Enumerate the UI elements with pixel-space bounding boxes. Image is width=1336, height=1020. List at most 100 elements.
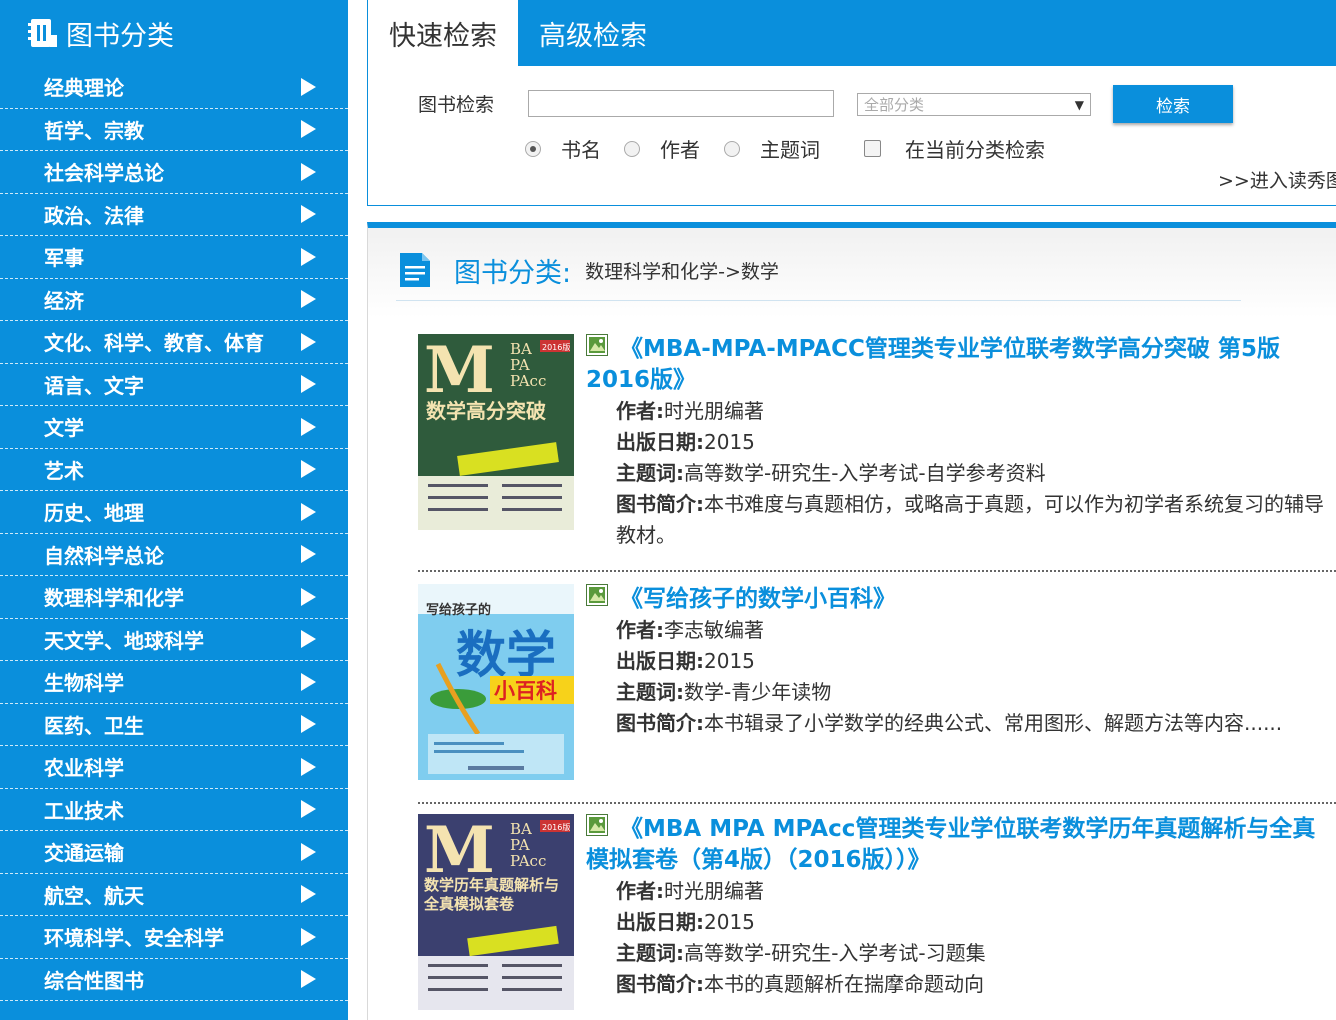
sidebar-item-label: 交通运输 [44, 841, 124, 866]
results-panel: 图书分类: 数理科学和化学->数学 M BA PA PAcc 2016版 数学高… [367, 222, 1336, 1020]
cover-side-3: PAcc [510, 372, 546, 390]
tab-quick-search[interactable]: 快速检索 [368, 0, 518, 66]
date-label: 出版日期: [616, 649, 704, 673]
separator [418, 570, 1336, 572]
sidebar-item[interactable]: 艺术 [0, 449, 348, 491]
sidebar-item-label: 自然科学总论 [44, 543, 164, 568]
radio-title-label: 书名 [561, 138, 601, 162]
breadcrumb-path[interactable]: 数理科学和化学->数学 [585, 257, 779, 284]
breadcrumb-title: 图书分类: [454, 257, 572, 289]
sidebar-item[interactable]: 工业技术 [0, 789, 348, 831]
arrow-right-icon [301, 757, 316, 776]
sidebar-item[interactable]: 文化、科学、教育、体育 [0, 321, 348, 364]
cover-big-letter: M [424, 334, 495, 408]
category-select[interactable]: 全部分类 ▼ [857, 93, 1091, 116]
sidebar-item[interactable]: 历史、地理 [0, 491, 348, 534]
sidebar-item[interactable]: 生物科学 [0, 661, 348, 704]
arrow-right-icon [301, 502, 316, 521]
cover-side-3: PAcc [510, 852, 546, 870]
sidebar-item[interactable]: 航空、航天 [0, 874, 348, 916]
arrow-right-icon [301, 77, 316, 96]
tab-advanced-search[interactable]: 高级检索 [539, 0, 647, 66]
sidebar-item[interactable]: 军事 [0, 236, 348, 279]
radio-subject-button[interactable] [724, 140, 740, 157]
search-input[interactable] [528, 90, 834, 117]
sidebar-item[interactable]: 农业科学 [0, 746, 348, 789]
sidebar-item[interactable]: 自然科学总论 [0, 534, 348, 576]
summary-label: 图书简介: [616, 711, 704, 735]
cover-top-text: 写给孩子的 [426, 602, 491, 618]
search-tabs: 快速检索 高级检索 [368, 0, 1336, 66]
sidebar-item[interactable]: 数理科学和化学 [0, 576, 348, 619]
sidebar-item[interactable]: 文学 [0, 406, 348, 449]
date-label: 出版日期: [616, 430, 704, 454]
book-cover[interactable]: M BA PA PAcc 2016版 数学历年真题解析与全真模拟套卷 [418, 814, 574, 1010]
sidebar-item-label: 政治、法律 [44, 203, 144, 228]
search-panel: 快速检索 高级检索 图书检索 全部分类 ▼ 检索 书名 作者 主题词 在当前分类… [367, 0, 1336, 206]
sidebar-item[interactable]: 哲学、宗教 [0, 109, 348, 151]
sidebar-item-label: 文学 [44, 416, 84, 441]
sidebar-item-label: 数理科学和化学 [44, 586, 184, 611]
book-cover[interactable]: 写给孩子的 数学 小百科 [418, 584, 574, 780]
arrow-right-icon [301, 162, 316, 181]
arrow-right-icon [301, 587, 316, 606]
author-label: 作者: [616, 879, 664, 903]
sidebar-item[interactable]: 综合性图书 [0, 959, 348, 1001]
chevron-down-icon: ▼ [1074, 97, 1084, 112]
arrow-right-icon [301, 885, 316, 904]
breadcrumb: 图书分类: 数理科学和化学->数学 [396, 246, 1336, 294]
sidebar-item-label: 工业技术 [44, 798, 124, 823]
sidebar-item-label: 生物科学 [44, 671, 124, 696]
sidebar-item-label: 天文学、地球科学 [44, 628, 204, 653]
enter-duxiu-link[interactable]: >>进入读秀图 [1218, 166, 1336, 193]
book-subject: 高等数学-研究生-入学考试-自学参考资料 [684, 461, 1046, 485]
radio-title[interactable]: 书名 [525, 134, 601, 163]
radio-author[interactable]: 作者 [624, 134, 700, 163]
arrow-right-icon [301, 927, 316, 946]
cover-main-title: 数学历年真题解析与全真模拟套卷 [424, 876, 560, 913]
sidebar-item-label: 艺术 [44, 458, 84, 483]
book-date: 2015 [704, 430, 755, 454]
subject-label: 主题词: [616, 941, 684, 965]
sidebar-item-label: 文化、科学、教育、体育 [44, 331, 264, 356]
sidebar-item-label: 环境科学、安全科学 [44, 926, 224, 951]
category-sidebar: 图书分类 经典理论 哲学、宗教 社会科学总论 政治、法律 军事 经济 文化、科学、教育、体育… [0, 0, 348, 1020]
sidebar-item[interactable]: 天文学、地球科学 [0, 619, 348, 661]
book-author: 李志敏编著 [664, 618, 764, 642]
cover-year: 2016版 [542, 342, 570, 352]
document-icon [396, 251, 434, 289]
sidebar-item-label: 社会科学总论 [44, 161, 164, 186]
radio-author-button[interactable] [624, 140, 640, 157]
radio-subject-label: 主题词 [760, 138, 820, 162]
sidebar-item[interactable]: 经典理论 [0, 66, 348, 109]
arrow-right-icon [301, 205, 316, 224]
sidebar-item[interactable]: 医药、卫生 [0, 704, 348, 746]
sidebar-item[interactable]: 环境科学、安全科学 [0, 916, 348, 959]
radio-subject[interactable]: 主题词 [724, 134, 820, 163]
book-title[interactable]: 《MBA MPA MPAcc管理类专业学位联考数学历年真题解析与全真模拟套卷（第… [586, 814, 1326, 876]
cover-big-text: 数学 [456, 626, 556, 684]
book-date: 2015 [704, 910, 755, 934]
arrow-right-icon [301, 970, 316, 989]
book-summary-row: 图书简介:本书辑录了小学数学的经典公式、常用图形、解题方法等内容...... [616, 708, 1336, 739]
current-category-checkbox-row[interactable]: 在当前分类检索 [864, 134, 1045, 163]
sidebar-item[interactable]: 交通运输 [0, 831, 348, 874]
book-summary-row: 图书简介:本书的真题解析在揣摩命题动向 [616, 969, 1336, 1000]
search-button[interactable]: 检索 [1113, 85, 1233, 123]
cover-year: 2016版 [542, 822, 570, 832]
book-author: 时光朋编著 [664, 399, 764, 423]
book-summary: 本书难度与真题相仿，或略高于真题，可以作为初学者系统复习的辅导教材。 [616, 492, 1324, 547]
sidebar-item[interactable]: 政治、法律 [0, 194, 348, 236]
radio-title-button[interactable] [525, 140, 541, 157]
sidebar-item[interactable]: 经济 [0, 279, 348, 321]
sidebar-item[interactable]: 语言、文字 [0, 364, 348, 406]
book-title[interactable]: 《MBA-MPA-MPACC管理类专业学位联考数学高分突破 第5版 2016版》 [586, 334, 1326, 396]
book-subject: 数学-青少年读物 [684, 680, 832, 704]
summary-label: 图书简介: [616, 972, 704, 996]
book-cover[interactable]: M BA PA PAcc 2016版 数学高分突破 [418, 334, 574, 530]
sidebar-item-label: 语言、文字 [44, 373, 144, 398]
cover-main-title: 数学高分突破 [426, 399, 546, 423]
current-category-checkbox[interactable] [864, 140, 881, 157]
sidebar-item[interactable]: 社会科学总论 [0, 151, 348, 194]
book-title[interactable]: 《写给孩子的数学小百科》 [586, 584, 1326, 615]
